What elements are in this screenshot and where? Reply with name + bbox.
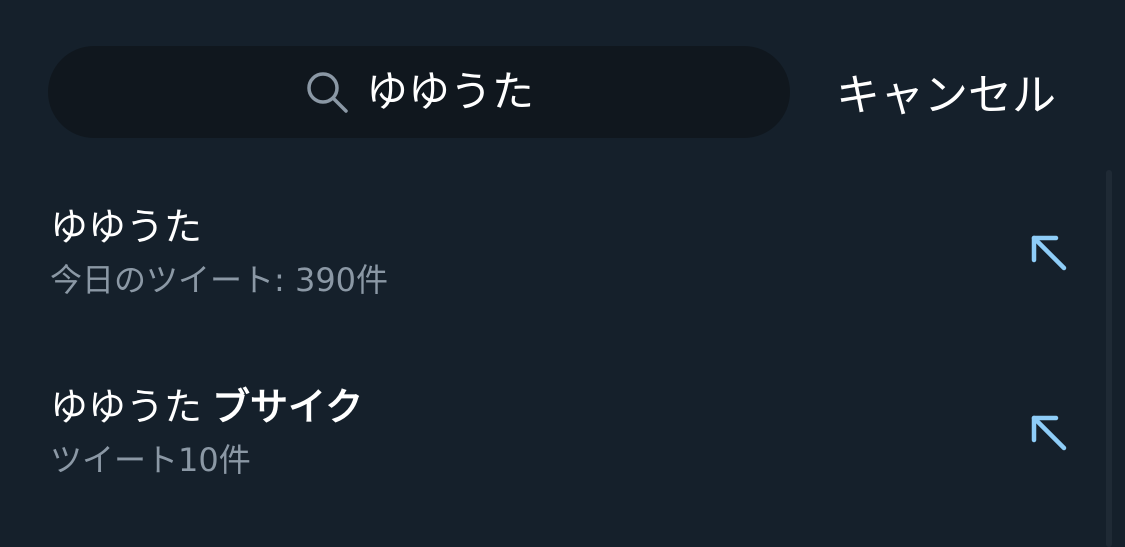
suggestion-title-highlight: ブサイク [212, 385, 364, 429]
suggestion-subtitle: 今日のツイート: 390件 [50, 261, 389, 299]
arrow-up-left-icon[interactable] [1026, 410, 1070, 454]
search-icon [307, 72, 348, 113]
suggestion-subtitle: ツイート10件 [50, 441, 251, 479]
search-query-text: ゆゆうた [365, 67, 534, 116]
suggestion-title-text: ゆゆうた [50, 385, 203, 429]
search-screen: ゆゆうた キャンセル ゆゆうた 今日のツイート: 390件 ゆゆうた ブサイク ツ… [0, 0, 1125, 547]
suggestion-title: ゆゆうた ブサイク [50, 382, 363, 432]
suggestion-title: ゆゆうた [50, 202, 202, 252]
search-suggestion[interactable]: ゆゆうた ブサイク ツイート10件 [0, 376, 1100, 496]
search-input-content: ゆゆうた [304, 69, 534, 115]
arrow-up-left-icon[interactable] [1026, 230, 1070, 274]
suggestion-title-text: ゆゆうた [50, 205, 203, 249]
search-input[interactable]: ゆゆうた [48, 46, 790, 138]
cancel-button[interactable]: キャンセル [836, 68, 1056, 124]
scrollbar[interactable] [1106, 170, 1112, 547]
search-suggestion[interactable]: ゆゆうた 今日のツイート: 390件 [0, 196, 1100, 316]
